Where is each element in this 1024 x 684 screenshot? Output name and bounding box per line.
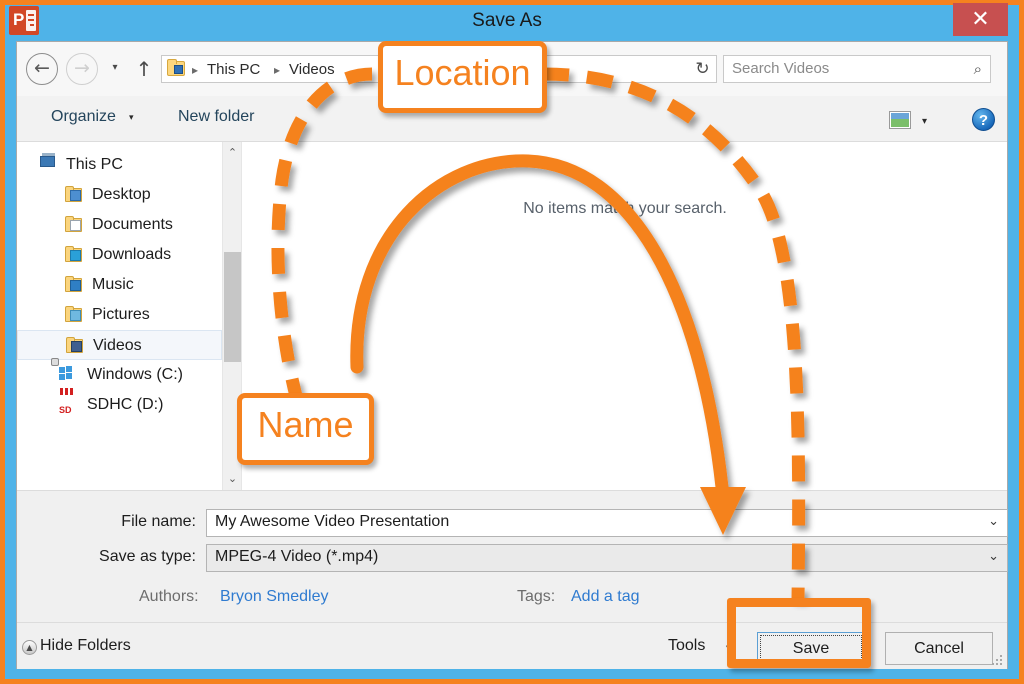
view-chevron-down-icon[interactable]: ▾ — [922, 116, 927, 127]
folder-downloads-icon — [65, 246, 84, 264]
save-button-highlight — [727, 598, 871, 668]
sidebar-item-sdhc-d[interactable]: SD SDHC (D:) — [17, 388, 222, 420]
sidebar-item-label: SDHC (D:) — [87, 396, 164, 413]
search-input[interactable]: Search Videos ⌕ — [723, 55, 991, 83]
close-button[interactable]: ✕ — [953, 3, 1008, 36]
sidebar-item-label: This PC — [66, 156, 123, 173]
authors-label: Authors: — [139, 588, 199, 605]
back-icon[interactable]: ← — [26, 53, 58, 85]
breadcrumb-this-pc[interactable]: This PC — [207, 60, 260, 79]
cancel-button[interactable]: Cancel — [885, 632, 993, 665]
organize-button[interactable]: Organize — [51, 108, 116, 126]
authors-value[interactable]: Bryon Smedley — [220, 588, 329, 606]
file-name-chevron-down-icon[interactable]: ⌄ — [988, 514, 999, 529]
screenshot-root: P Save As ✕ ← → ▾ ↑ ▸ This PC ▸ Videos ↻… — [0, 0, 1024, 684]
forward-icon[interactable]: → — [66, 53, 98, 85]
windows-drive-icon — [51, 358, 78, 384]
save-as-type-label: Save as type: — [99, 548, 196, 565]
save-as-type-value: MPEG-4 Video (*.mp4) — [215, 548, 379, 565]
title-bar: P Save As ✕ — [0, 0, 1014, 41]
tags-label: Tags: — [517, 588, 556, 605]
location-callout: Location — [378, 41, 547, 113]
help-icon[interactable]: ? — [972, 108, 995, 131]
sidebar-item-label: Music — [92, 276, 134, 293]
tags-value[interactable]: Add a tag — [571, 588, 640, 606]
save-as-dialog: ← → ▾ ↑ ▸ This PC ▸ Videos ⌄ ↻ Search Vi… — [16, 41, 1008, 669]
save-as-type-chevron-down-icon[interactable]: ⌄ — [988, 549, 999, 564]
sidebar-item-label: Downloads — [92, 246, 172, 263]
sidebar-item-this-pc[interactable]: This PC — [17, 150, 222, 180]
sidebar-item-label: Desktop — [92, 186, 151, 203]
folder-desktop-icon — [65, 186, 84, 204]
folder-documents-icon — [65, 216, 84, 234]
breadcrumb-separator-2: ▸ — [274, 63, 281, 77]
breadcrumb-videos[interactable]: Videos — [289, 60, 335, 79]
scrollbar-thumb[interactable] — [224, 252, 241, 362]
sidebar-item-pictures[interactable]: Pictures — [17, 300, 222, 330]
resize-grip[interactable] — [991, 654, 1002, 665]
file-name-label: File name: — [121, 513, 196, 530]
sd-card-icon: SD — [59, 388, 78, 415]
preview-pane-icon[interactable] — [889, 111, 911, 129]
tools-button[interactable]: Tools — [668, 637, 705, 655]
sidebar-item-desktop[interactable]: Desktop — [17, 180, 222, 210]
search-placeholder: Search Videos — [732, 60, 830, 77]
sidebar-item-downloads[interactable]: Downloads — [17, 240, 222, 270]
save-as-type-select[interactable]: MPEG-4 Video (*.mp4) ⌄ — [206, 544, 1008, 572]
window-title: Save As — [472, 10, 542, 31]
address-folder-icon — [167, 59, 185, 77]
file-name-input[interactable]: My Awesome Video Presentation ⌄ — [206, 509, 1008, 537]
search-icon: ⌕ — [973, 60, 982, 78]
scroll-down-icon[interactable]: ⌄ — [223, 470, 242, 488]
sidebar-item-music[interactable]: Music — [17, 270, 222, 300]
navigation-pane: This PC Desktop Documents Downloads Musi… — [17, 142, 222, 490]
breadcrumb-separator: ▸ — [192, 63, 199, 77]
hide-folders-icon[interactable]: ▲ — [22, 640, 37, 655]
sidebar-item-label: Pictures — [92, 306, 150, 323]
folder-tree: This PC Desktop Documents Downloads Musi… — [17, 150, 222, 420]
content-area: This PC Desktop Documents Downloads Musi… — [17, 142, 1007, 490]
empty-list-message: No items match your search. — [523, 200, 727, 217]
name-callout: Name — [237, 393, 374, 465]
recent-locations-icon[interactable]: ▾ — [107, 62, 123, 76]
up-icon[interactable]: ↑ — [131, 54, 157, 84]
sidebar-item-label: Videos — [93, 337, 142, 354]
refresh-icon[interactable]: ↻ — [689, 55, 717, 83]
scroll-up-icon[interactable]: ⌃ — [223, 144, 242, 162]
sidebar-item-windows-c[interactable]: Windows (C:) — [17, 358, 222, 390]
sidebar-item-label: Documents — [92, 216, 173, 233]
folder-videos-icon — [66, 337, 85, 355]
sidebar-item-videos[interactable]: Videos — [17, 330, 222, 360]
organize-chevron-down-icon[interactable]: ▾ — [129, 113, 134, 123]
folder-music-icon — [65, 276, 84, 294]
computer-icon — [39, 153, 58, 174]
file-name-value: My Awesome Video Presentation — [215, 513, 450, 530]
sidebar-item-documents[interactable]: Documents — [17, 210, 222, 240]
sidebar-item-label: Windows (C:) — [87, 366, 184, 383]
hide-folders-button[interactable]: Hide Folders — [40, 637, 131, 655]
folder-pictures-icon — [65, 306, 84, 324]
new-folder-button[interactable]: New folder — [178, 108, 254, 126]
